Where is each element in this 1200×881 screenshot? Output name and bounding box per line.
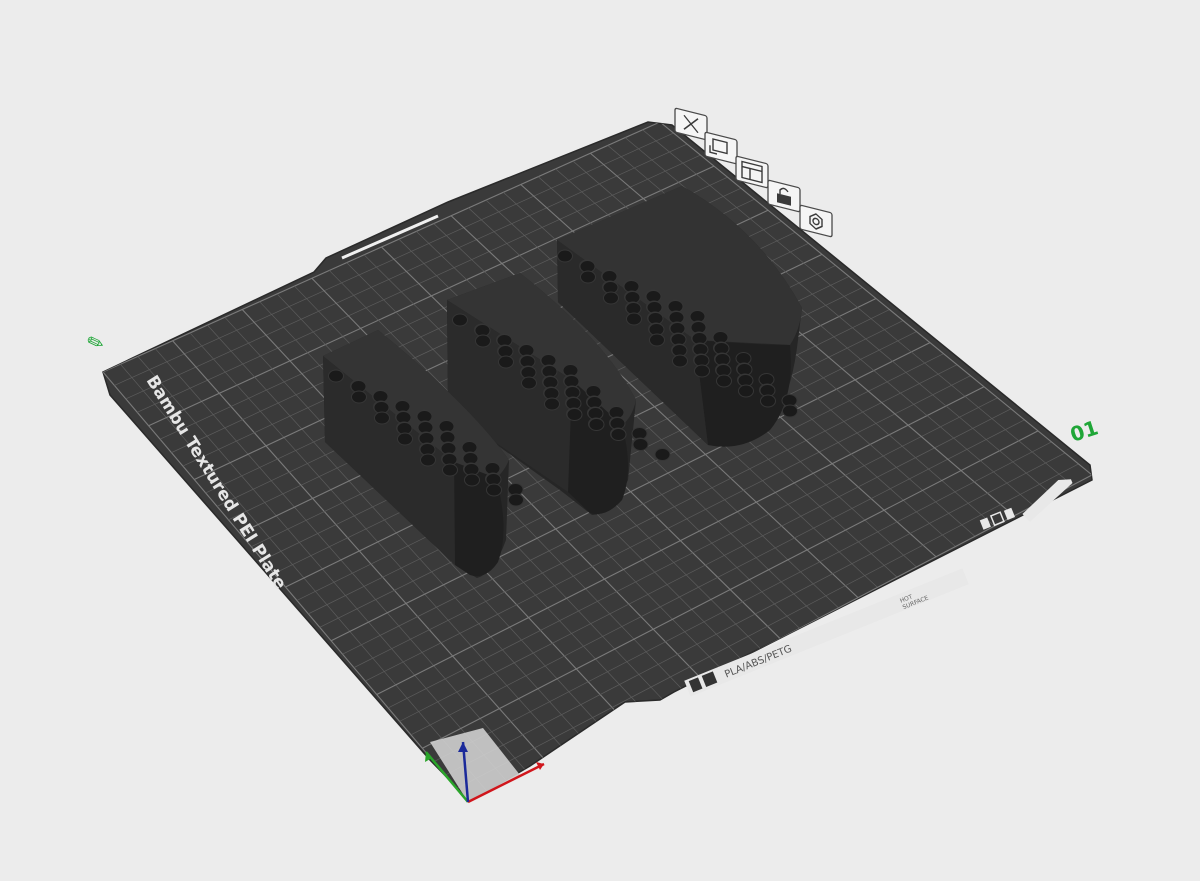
hex-hole [654,448,671,461]
hex-hole [672,354,688,368]
3d-viewport[interactable]: Bambu Textured PEI Plate 01 ✎ PLA/ABS/PE… [0,0,1200,876]
plate-number[interactable]: 01 [1067,415,1101,446]
hex-hole [475,334,491,348]
hex-hole [588,418,605,431]
hex-hole [328,369,344,383]
hex-hole [521,376,537,390]
hex-hole [486,483,502,497]
hex-hole [397,432,413,446]
hex-hole [420,453,436,467]
hex-hole [580,270,596,284]
hex-hole [508,493,524,507]
hex-hole [374,411,390,425]
hex-hole [452,313,468,327]
hex-hole [626,312,642,326]
hex-hole [782,404,798,418]
hex-hole [566,408,583,421]
hex-hole [694,364,710,378]
hex-hole [557,249,573,263]
hex-hole [544,397,560,411]
hex-hole [442,463,458,477]
hex-hole [649,333,665,347]
hex-hole [351,390,367,404]
plate-edit-indicator[interactable]: ✎ [84,328,108,356]
hex-hole [610,428,627,441]
hex-hole [498,355,514,369]
hex-hole [716,374,732,388]
hex-hole [464,473,480,487]
hex-hole [738,384,754,398]
hex-hole [760,394,776,408]
hex-hole [603,291,619,305]
hex-hole [632,438,649,451]
